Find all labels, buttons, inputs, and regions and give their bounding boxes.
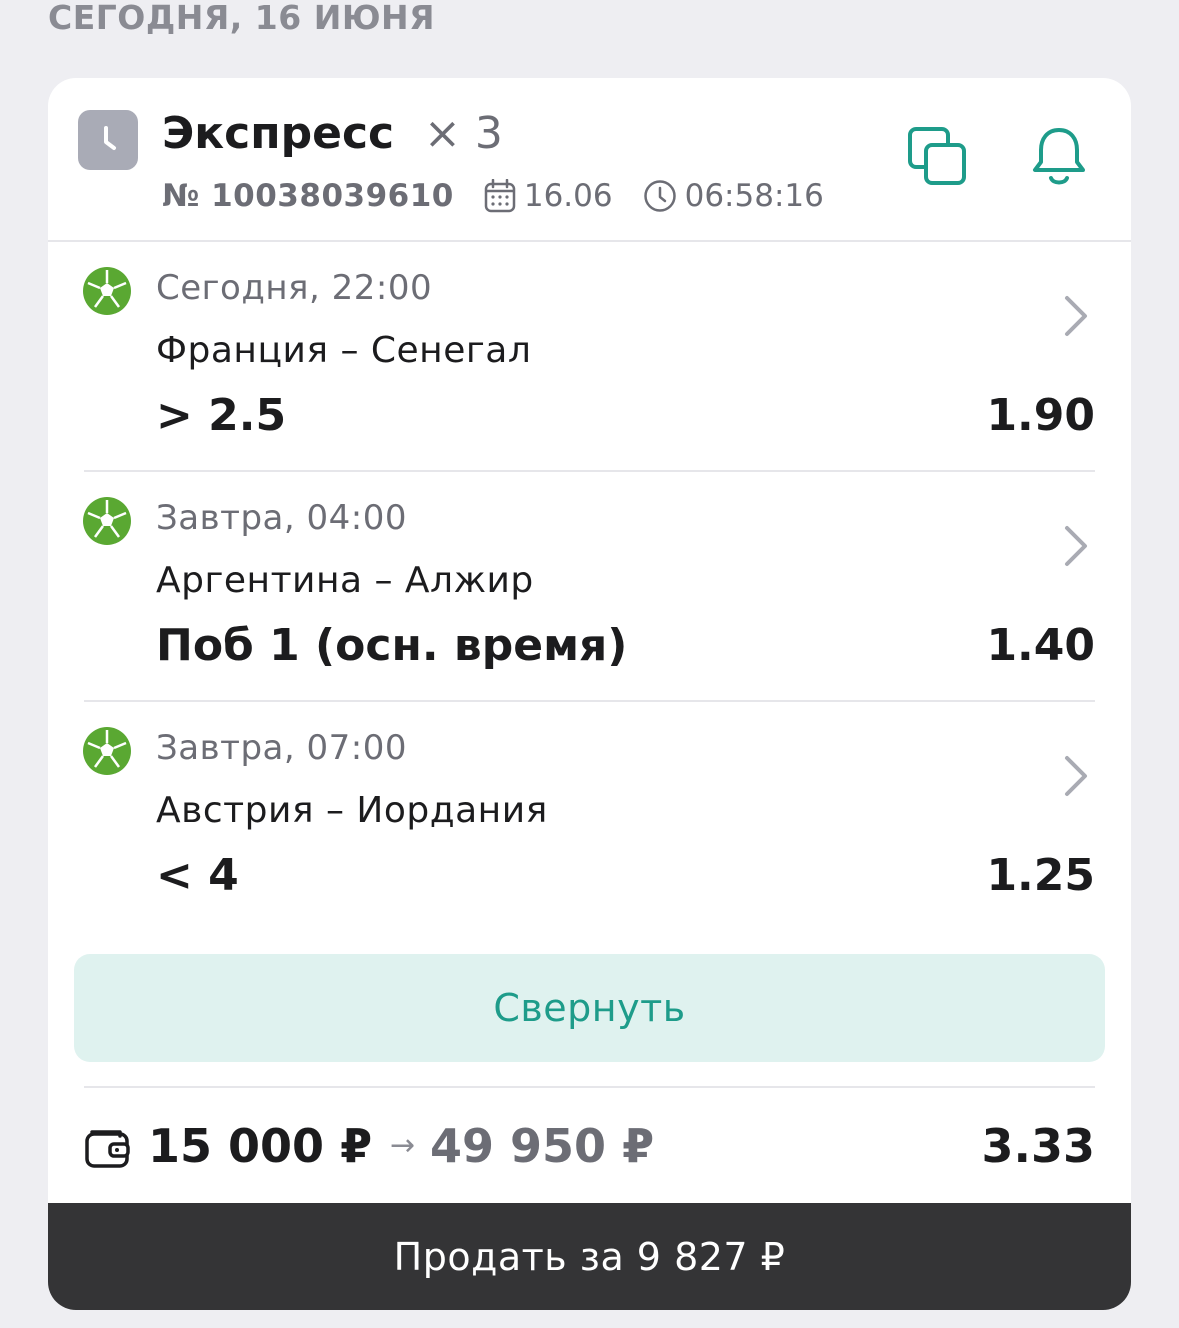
football-icon	[82, 726, 132, 776]
selection-odds: 1.25	[986, 850, 1095, 901]
collapse-button[interactable]: Свернуть	[74, 954, 1105, 1062]
football-icon	[82, 266, 132, 316]
stake-row: 15 000 ₽ → 49 950 ₽ 3.33	[84, 1114, 1095, 1178]
selection-time: Завтра, 07:00	[156, 728, 407, 768]
bet-type: Экспресс	[162, 108, 395, 159]
selection-match: Франция – Сенегал	[156, 330, 532, 371]
selection-match: Аргентина – Алжир	[156, 560, 534, 601]
payout-amount: 49 950 ₽	[430, 1119, 655, 1173]
bet-header: Экспресс × 3 № 10038039610 16.06 06:58:1…	[48, 78, 1131, 242]
stake-amount: 15 000 ₽	[148, 1119, 373, 1173]
copy-icon[interactable]	[903, 122, 973, 192]
selection-outcome: Поб 1 (осн. время)	[156, 620, 628, 671]
bet-meta: № 10038039610 16.06 06:58:16	[162, 176, 824, 216]
calendar-icon	[484, 179, 516, 213]
selection-outcome: < 4	[156, 850, 239, 901]
bet-card: Экспресс × 3 № 10038039610 16.06 06:58:1…	[48, 78, 1131, 1310]
selection-match: Австрия – Иордания	[156, 790, 548, 831]
sell-button[interactable]: Продать за 9 827 ₽	[48, 1203, 1131, 1310]
time-icon	[643, 179, 677, 213]
selection-item[interactable]: Завтра, 04:00 Аргентина – Алжир Поб 1 (о…	[48, 472, 1131, 702]
selection-odds: 1.40	[986, 620, 1095, 671]
date-header: СЕГОДНЯ, 16 ИЮНЯ	[48, 0, 436, 37]
wallet-icon	[84, 1122, 132, 1170]
football-icon	[82, 496, 132, 546]
selection-time: Сегодня, 22:00	[156, 268, 433, 308]
chevron-right-icon[interactable]	[1061, 524, 1091, 568]
selection-time: Завтра, 04:00	[156, 498, 407, 538]
bet-date: 16.06	[523, 178, 613, 214]
total-odds: 3.33	[981, 1119, 1096, 1173]
chevron-right-icon[interactable]	[1061, 754, 1091, 798]
bet-multiplier: × 3	[424, 108, 503, 159]
selection-odds: 1.90	[986, 390, 1095, 441]
bet-time: 06:58:16	[684, 178, 824, 214]
selection-outcome: > 2.5	[156, 390, 287, 441]
arrow-right-icon: →	[390, 1128, 416, 1163]
selection-item[interactable]: Сегодня, 22:00 Франция – Сенегал > 2.5 1…	[48, 242, 1131, 472]
bell-icon[interactable]	[1024, 122, 1094, 192]
clock-icon	[78, 110, 138, 170]
selection-item[interactable]: Завтра, 07:00 Австрия – Иордания < 4 1.2…	[48, 702, 1131, 932]
divider	[84, 1086, 1095, 1088]
chevron-right-icon[interactable]	[1061, 294, 1091, 338]
bet-number: № 10038039610	[162, 178, 454, 214]
